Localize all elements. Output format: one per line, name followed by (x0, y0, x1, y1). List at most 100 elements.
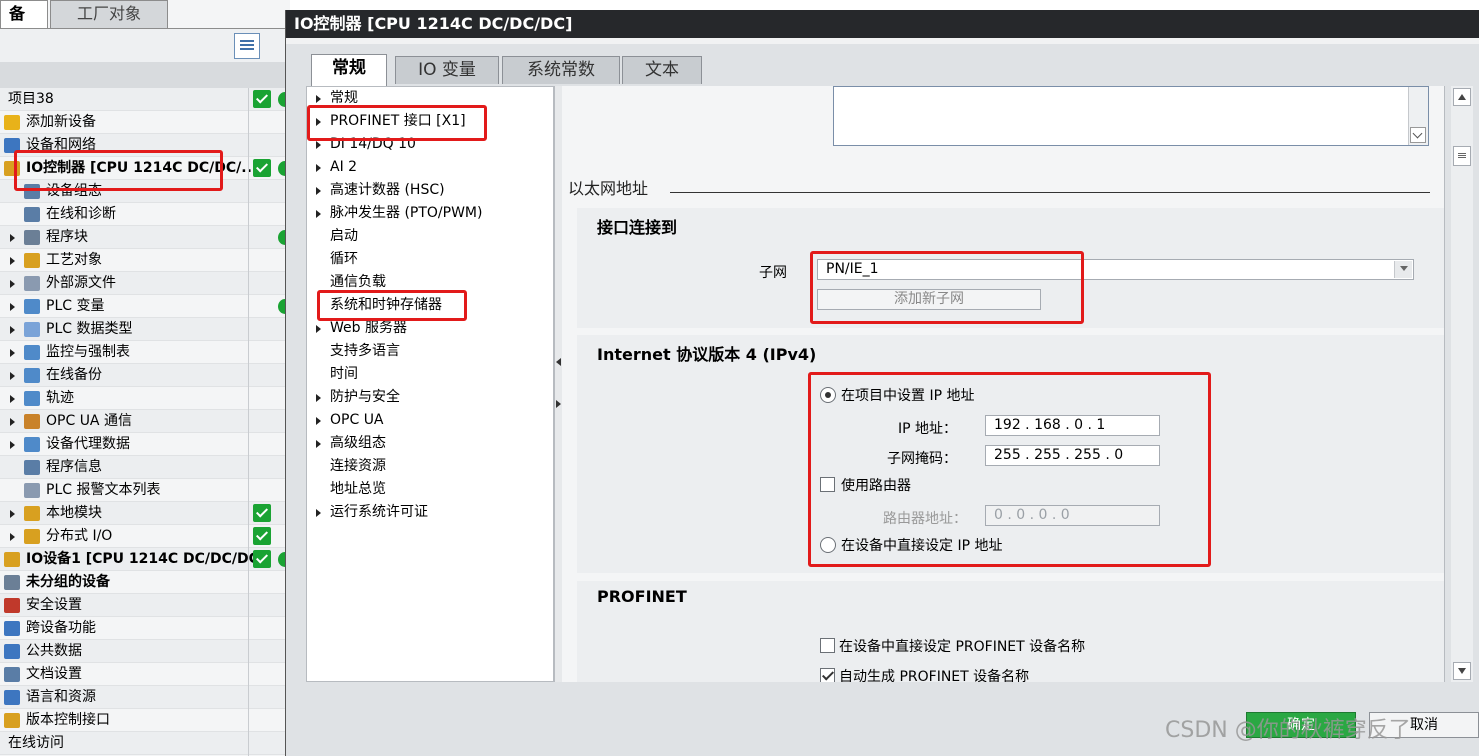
tree-item[interactable]: 外部源文件 (0, 272, 290, 295)
tree-item[interactable]: 工艺对象 (0, 249, 290, 272)
nav-item[interactable]: 地址总览 (307, 478, 553, 501)
tab-general[interactable]: 常规 (311, 54, 387, 86)
expand-arrow-icon[interactable] (10, 395, 15, 403)
scroll-down-button[interactable] (1410, 127, 1426, 143)
expand-arrow-icon[interactable] (316, 141, 321, 149)
comment-scrollbar[interactable] (1408, 87, 1428, 145)
tree-item[interactable]: 设备代理数据 (0, 433, 290, 456)
tree-item[interactable]: 设备和网络 (0, 134, 290, 157)
expand-arrow-icon[interactable] (316, 164, 321, 172)
tree-item[interactable]: IO控制器 [CPU 1214C DC/DC/... (0, 157, 290, 180)
scroll-up-button[interactable] (1453, 88, 1471, 106)
tree-item[interactable]: OPC UA 通信 (0, 410, 290, 433)
tree-item[interactable]: 设备组态 (0, 180, 290, 203)
tree-item[interactable]: 在线备份 (0, 364, 290, 387)
nav-item[interactable]: 脉冲发生器 (PTO/PWM) (307, 202, 553, 225)
nav-item[interactable]: 通信负载 (307, 271, 553, 294)
set-ip-on-device-radio[interactable] (820, 537, 836, 553)
nav-item[interactable]: 连接资源 (307, 455, 553, 478)
expand-arrow-icon[interactable] (10, 303, 15, 311)
nav-item[interactable]: AI 2 (307, 156, 553, 179)
tree-item[interactable]: 版本控制接口 (0, 709, 290, 732)
tab-plant-objects[interactable]: 工厂对象 (50, 0, 168, 28)
expand-arrow-icon[interactable] (10, 533, 15, 541)
expand-arrow-icon[interactable] (10, 441, 15, 449)
nav-splitter[interactable] (554, 86, 562, 682)
scroll-down-button[interactable] (1453, 662, 1471, 680)
tree-item[interactable]: 本地模块 (0, 502, 290, 525)
table-view-icon[interactable] (234, 33, 260, 59)
expand-arrow-icon[interactable] (10, 372, 15, 380)
use-router-checkbox[interactable] (820, 477, 835, 492)
expand-arrow-icon[interactable] (316, 509, 321, 517)
tree-item[interactable]: 公共数据 (0, 640, 290, 663)
nav-item[interactable]: 防护与安全 (307, 386, 553, 409)
tree-item[interactable]: 在线和诊断 (0, 203, 290, 226)
scroll-thumb[interactable] (1453, 146, 1471, 166)
expand-arrow-icon[interactable] (316, 325, 321, 333)
tree-item[interactable]: 在线访问 (0, 732, 290, 755)
expand-arrow-icon[interactable] (10, 510, 15, 518)
auto-name-checkbox[interactable] (820, 668, 835, 682)
tab-devices[interactable]: 备 (0, 0, 48, 28)
tree-item[interactable]: 文档设置 (0, 663, 290, 686)
expand-arrow-icon[interactable] (10, 326, 15, 334)
expand-arrow-icon[interactable] (316, 95, 321, 103)
expand-arrow-icon[interactable] (316, 394, 321, 402)
expand-arrow-icon[interactable] (10, 418, 15, 426)
nav-item[interactable]: 系统和时钟存储器 (307, 294, 553, 317)
nav-item[interactable]: 时间 (307, 363, 553, 386)
tree-item[interactable]: 安全设置 (0, 594, 290, 617)
tree-item[interactable]: 跨设备功能 (0, 617, 290, 640)
expand-arrow-icon[interactable] (316, 210, 321, 218)
expand-arrow-icon[interactable] (10, 280, 15, 288)
nav-item[interactable]: 支持多语言 (307, 340, 553, 363)
collapse-left-icon[interactable] (556, 358, 561, 366)
nav-item[interactable]: 常规 (307, 87, 553, 110)
nav-item[interactable]: OPC UA (307, 409, 553, 432)
nav-item[interactable]: DI 14/DQ 10 (307, 133, 553, 156)
expand-arrow-icon[interactable] (316, 417, 321, 425)
expand-arrow-icon[interactable] (10, 349, 15, 357)
expand-arrow-icon[interactable] (316, 440, 321, 448)
nav-item[interactable]: 启动 (307, 225, 553, 248)
content-scrollbar[interactable] (1451, 86, 1473, 682)
set-ip-in-project-radio[interactable] (820, 387, 836, 403)
tree-item[interactable]: IO设备1 [CPU 1214C DC/DC/DC] (0, 548, 290, 571)
nav-item[interactable]: Web 服务器 (307, 317, 553, 340)
direct-name-checkbox[interactable] (820, 638, 835, 653)
tab-io-tags[interactable]: IO 变量 (395, 56, 499, 84)
tree-item[interactable]: 轨迹 (0, 387, 290, 410)
tree-item[interactable]: 添加新设备 (0, 111, 290, 134)
tree-item[interactable]: 未分组的设备 (0, 571, 290, 594)
title-separator (286, 38, 1479, 44)
chevron-down-icon[interactable] (1394, 261, 1412, 278)
expand-right-icon[interactable] (556, 400, 561, 408)
tab-system-constants[interactable]: 系统常数 (502, 56, 620, 84)
ip-address-field[interactable]: 192 . 168 . 0 . 1 (985, 415, 1160, 436)
tree-item[interactable]: 项目38 (0, 88, 290, 111)
tree-item[interactable]: PLC 变量 (0, 295, 290, 318)
add-subnet-button[interactable]: 添加新子网 (817, 289, 1041, 310)
subnet-mask-field[interactable]: 255 . 255 . 255 . 0 (985, 445, 1160, 466)
tree-item[interactable]: 程序信息 (0, 456, 290, 479)
comment-textarea[interactable] (833, 86, 1429, 146)
nav-item[interactable]: 高级组态 (307, 432, 553, 455)
expand-arrow-icon[interactable] (10, 257, 15, 265)
nav-item[interactable]: 高速计数器 (HSC) (307, 179, 553, 202)
tree-item[interactable]: PLC 数据类型 (0, 318, 290, 341)
subnet-select[interactable]: PN/IE_1 (817, 259, 1414, 280)
tree-item[interactable]: PLC 报警文本列表 (0, 479, 290, 502)
tab-texts[interactable]: 文本 (622, 56, 702, 84)
expand-arrow-icon[interactable] (316, 118, 321, 126)
router-address-field[interactable]: 0 . 0 . 0 . 0 (985, 505, 1160, 526)
tree-item[interactable]: 程序块 (0, 226, 290, 249)
tree-item[interactable]: 分布式 I/O (0, 525, 290, 548)
nav-item[interactable]: 循环 (307, 248, 553, 271)
tree-item[interactable]: 语言和资源 (0, 686, 290, 709)
tree-item[interactable]: 监控与强制表 (0, 341, 290, 364)
nav-item[interactable]: PROFINET 接口 [X1] (307, 110, 553, 133)
expand-arrow-icon[interactable] (10, 234, 15, 242)
nav-item[interactable]: 运行系统许可证 (307, 501, 553, 524)
expand-arrow-icon[interactable] (316, 187, 321, 195)
